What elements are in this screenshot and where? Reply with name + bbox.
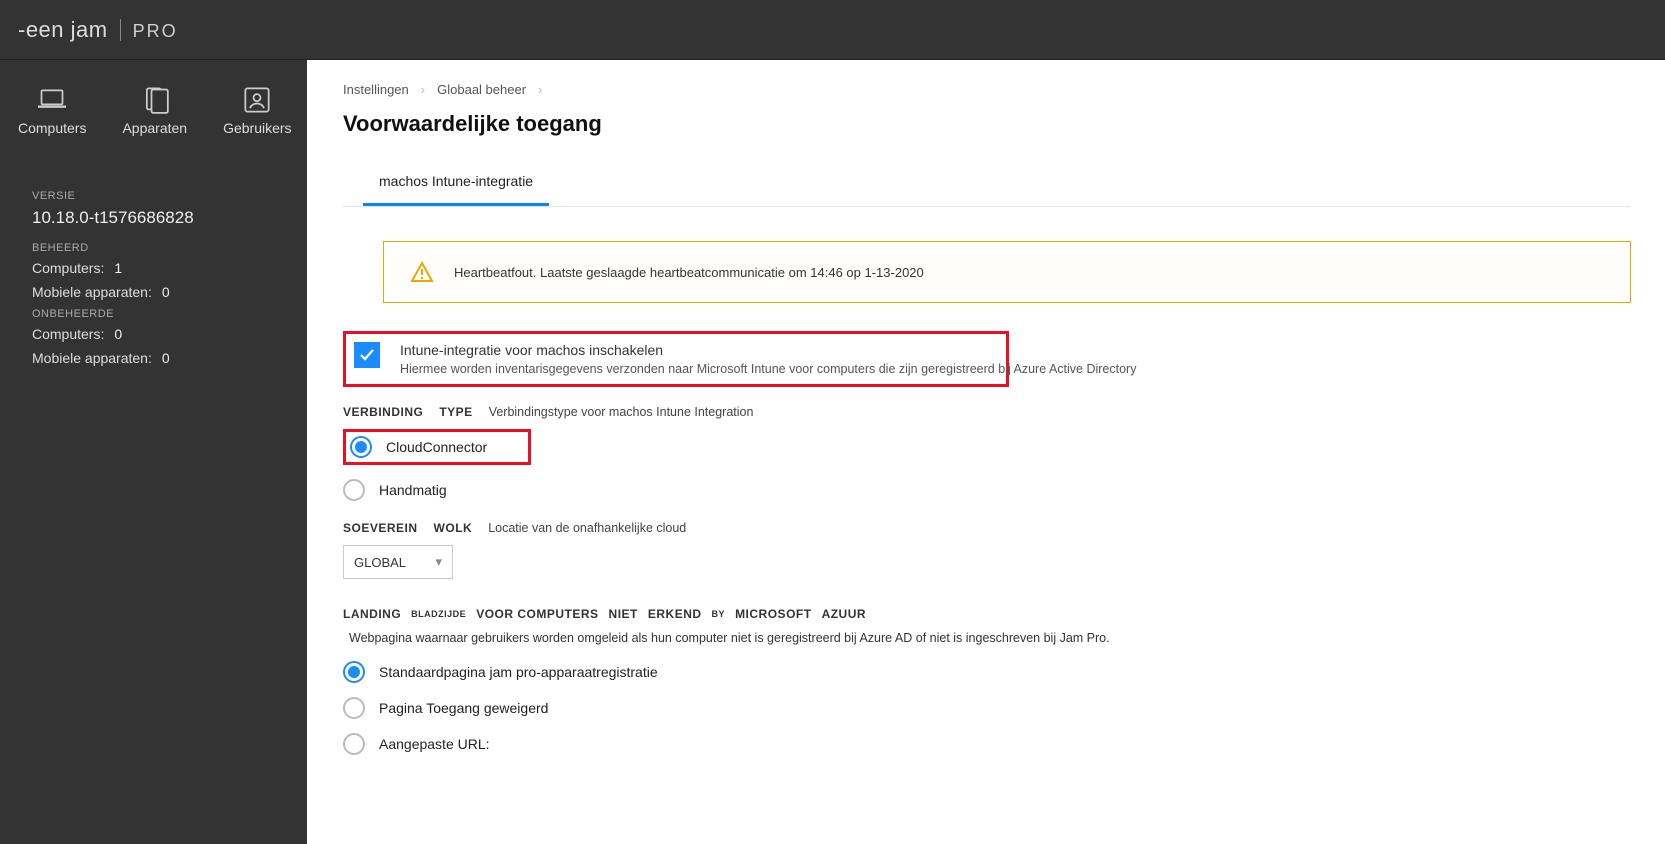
radio-landing-custom[interactable]: Aangepaste URL: (343, 733, 1631, 755)
sovereign-cloud-dropdown[interactable]: GLOBAL ▾ (343, 545, 453, 579)
cloudconnector-highlight: CloudConnector (343, 429, 531, 465)
radio-cloudconnector-label: CloudConnector (386, 439, 487, 455)
landing-w3: VOOR COMPUTERS (476, 607, 598, 621)
unmanaged-label: ONBEHEERDE (32, 308, 281, 320)
landing-w2: BLADZIJDE (411, 609, 466, 619)
sovereign-hint: Locatie van de onafhankelijke cloud (488, 521, 686, 535)
alert-message: Heartbeatfout. Laatste geslaagde heartbe… (454, 265, 924, 280)
radio-circle-icon (343, 697, 365, 719)
managed-computers-key: Computers: (32, 260, 104, 276)
radio-handmatig[interactable]: Handmatig (343, 479, 1631, 501)
landing-w5: ERKEND (648, 607, 702, 621)
nav-computers[interactable]: Computers (0, 60, 104, 160)
alert-heartbeat: Heartbeatfout. Laatste geslaagde heartbe… (383, 241, 1631, 303)
radio-cloudconnector[interactable]: CloudConnector (350, 436, 524, 458)
chevron-right-icon: › (538, 82, 542, 97)
breadcrumb-instellingen[interactable]: Instellingen (343, 82, 409, 97)
radio-landing-default[interactable]: Standaardpagina jam pro-apparaatregistra… (343, 661, 1631, 683)
radio-landing-denied[interactable]: Pagina Toegang geweigerd (343, 697, 1631, 719)
nav-devices-label: Apparaten (122, 120, 187, 136)
managed-mobile-key: Mobiele apparaten: (32, 284, 152, 300)
sovereign-cloud-value: GLOBAL (354, 555, 406, 570)
sovereign-word1: SOEVEREIN (343, 521, 418, 535)
nav-devices[interactable]: Apparaten (104, 60, 205, 160)
landing-desc: Webpagina waarnaar gebruikers worden omg… (349, 631, 1110, 645)
tablet-icon (141, 88, 169, 112)
radio-circle-icon (350, 436, 372, 458)
brand: -een jam PRO (18, 17, 178, 43)
radio-circle-icon (343, 661, 365, 683)
connection-type-radios: CloudConnector Handmatig (343, 429, 1631, 501)
nav-users-label: Gebruikers (223, 120, 291, 136)
unmanaged-mobile-value: 0 (162, 350, 170, 366)
enable-intune-checkbox-row: Intune-integratie voor machos inschakele… (343, 331, 1009, 387)
landing-w1: LANDING (343, 607, 401, 621)
managed-mobile-row: Mobiele apparaten: 0 (32, 284, 281, 300)
laptop-icon (38, 88, 66, 112)
managed-computers-value: 1 (114, 260, 122, 276)
users-icon (243, 88, 271, 112)
caret-down-icon: ▾ (435, 554, 442, 570)
version-label: VERSIE (32, 190, 281, 202)
unmanaged-computers-row: Computers: 0 (32, 326, 281, 342)
form-area: Heartbeatfout. Laatste geslaagde heartbe… (343, 207, 1631, 755)
radio-landing-default-label: Standaardpagina jam pro-apparaatregistra… (379, 664, 658, 680)
connection-type-word2: TYPE (439, 405, 472, 419)
brand-edition: PRO (133, 21, 178, 42)
breadcrumb-globaal-beheer[interactable]: Globaal beheer (437, 82, 526, 97)
sovereign-cloud-label: SOEVEREIN WOLK Locatie van de onafhankel… (343, 521, 1631, 535)
sovereign-word2: WOLK (434, 521, 473, 535)
landing-page-label: LANDING BLADZIJDE VOOR COMPUTERS NIET ER… (343, 607, 1631, 645)
unmanaged-mobile-row: Mobiele apparaten: 0 (32, 350, 281, 366)
connection-type-hint: Verbindingstype voor machos Intune Integ… (489, 405, 754, 419)
connection-type-word1: VERBINDING (343, 405, 423, 419)
unmanaged-computers-key: Computers: (32, 326, 104, 342)
managed-label: BEHEERD (32, 242, 281, 254)
sidebar-nav: Computers Apparaten Gebruikers (0, 60, 307, 160)
landing-w6: BY (712, 609, 726, 619)
radio-handmatig-label: Handmatig (379, 482, 447, 498)
radio-circle-icon (343, 733, 365, 755)
brand-divider (120, 19, 121, 41)
check-icon (359, 347, 375, 363)
radio-circle-icon (343, 479, 365, 501)
nav-users[interactable]: Gebruikers (205, 60, 309, 160)
chevron-right-icon: › (421, 82, 425, 97)
nav-computers-label: Computers (18, 120, 86, 136)
radio-landing-custom-label: Aangepaste URL: (379, 736, 490, 752)
connection-type-label: VERBINDING TYPE Verbindingstype voor mac… (343, 405, 1631, 419)
top-bar: -een jam PRO (0, 0, 1665, 60)
page-title: Voorwaardelijke toegang (343, 111, 1631, 137)
warning-icon (410, 260, 434, 284)
content: Instellingen › Globaal beheer › Voorwaar… (307, 60, 1665, 844)
radio-landing-denied-label: Pagina Toegang geweigerd (379, 700, 548, 716)
tab-intune-integratie[interactable]: machos Intune-integratie (363, 161, 549, 206)
enable-intune-title: Intune-integratie voor machos inschakele… (400, 342, 1136, 358)
version-value: 10.18.0-t1576686828 (32, 208, 281, 228)
unmanaged-mobile-key: Mobiele apparaten: (32, 350, 152, 366)
sidebar: Computers Apparaten Gebruikers VERSIE 10… (0, 60, 307, 844)
unmanaged-computers-value: 0 (114, 326, 122, 342)
brand-name: -een jam (18, 17, 108, 43)
landing-w4: NIET (609, 607, 638, 621)
managed-computers-row: Computers: 1 (32, 260, 281, 276)
enable-intune-labels: Intune-integratie voor machos inschakele… (400, 342, 1136, 376)
breadcrumb: Instellingen › Globaal beheer › (343, 82, 1631, 97)
landing-w8: AZUUR (822, 607, 867, 621)
tab-bar: machos Intune-integratie (343, 161, 1631, 207)
managed-mobile-value: 0 (162, 284, 170, 300)
landing-page-radios: Standaardpagina jam pro-apparaatregistra… (343, 661, 1631, 755)
enable-intune-checkbox[interactable] (354, 342, 380, 368)
enable-intune-subtitle: Hiermee worden inventarisgegevens verzon… (400, 362, 1136, 376)
sidebar-info: VERSIE 10.18.0-t1576686828 BEHEERD Compu… (0, 160, 307, 384)
landing-w7: MICROSOFT (735, 607, 812, 621)
